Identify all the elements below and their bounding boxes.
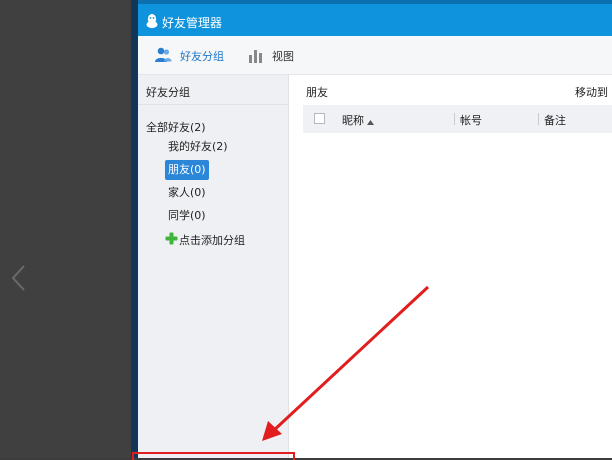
friend-groups-label: 好友分组 xyxy=(180,50,224,63)
toolbar: 好友分组 视图 xyxy=(138,36,612,75)
chevron-left-icon[interactable] xyxy=(8,262,30,294)
view-label: 视图 xyxy=(272,50,294,63)
select-all-checkbox[interactable] xyxy=(314,113,325,124)
friend-list-panel: 朋友 移动到 昵称 帐号 备注 xyxy=(289,75,612,458)
bar-chart-icon xyxy=(248,46,264,64)
group-sidebar: 好友分组 全部好友(2) 我的好友(2) 朋友(0) 家人(0) 同学(0) 点… xyxy=(138,75,289,458)
viewer-backdrop xyxy=(0,0,132,458)
column-header-account[interactable]: 帐号 xyxy=(460,112,482,128)
sort-ascending-icon xyxy=(367,115,374,125)
sidebar-header: 好友分组 xyxy=(146,86,190,99)
column-header-nickname[interactable]: 昵称 xyxy=(342,112,364,128)
table-header: 昵称 帐号 备注 xyxy=(303,105,612,133)
title-bar[interactable]: 好友管理器 xyxy=(138,0,612,36)
move-to-button[interactable]: 移动到 xyxy=(575,84,608,100)
tree-root-all-friends[interactable]: 全部好友(2) xyxy=(146,119,206,135)
add-group-label: 点击添加分组 xyxy=(179,234,245,247)
tree-item-family[interactable]: 家人(0) xyxy=(165,183,209,203)
tree-item-my-friends[interactable]: 我的好友(2) xyxy=(165,137,231,157)
plus-icon xyxy=(165,232,178,245)
users-icon xyxy=(154,46,172,64)
column-header-note[interactable]: 备注 xyxy=(544,112,566,128)
current-group-title: 朋友 xyxy=(306,86,328,99)
window-title: 好友管理器 xyxy=(162,16,223,30)
column-separator[interactable] xyxy=(454,113,455,125)
annotation-highlight-box xyxy=(132,452,295,460)
tree-item-classmates[interactable]: 同学(0) xyxy=(165,206,209,226)
tree-item-friends[interactable]: 朋友(0) xyxy=(165,160,209,180)
friend-groups-button[interactable]: 好友分组 xyxy=(154,46,230,64)
friend-manager-window: 好友管理器 好友分组 视图 好友分组 全部好友(2) 我的好友(2) 朋友(0)… xyxy=(138,0,612,458)
view-button[interactable]: 视图 xyxy=(248,46,298,64)
divider xyxy=(138,104,288,105)
qq-penguin-icon xyxy=(145,13,159,29)
column-separator[interactable] xyxy=(538,113,539,125)
